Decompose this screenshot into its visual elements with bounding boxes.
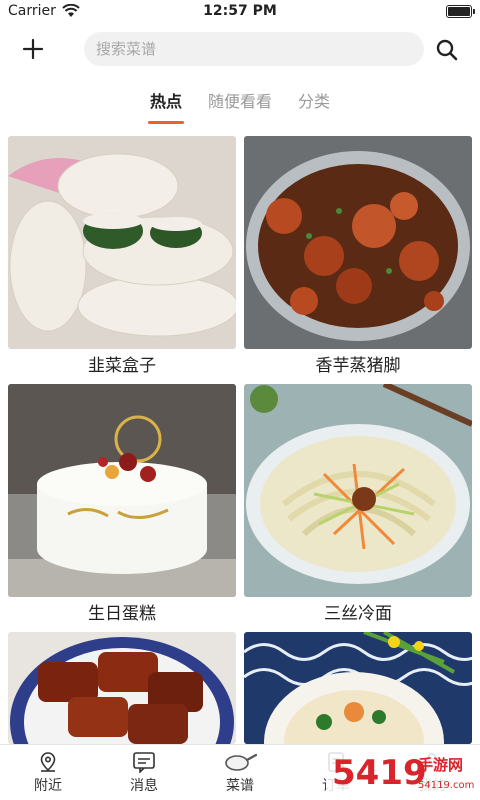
tab-active-indicator (147, 121, 184, 124)
recipe-card[interactable]: 生日蛋糕 (8, 384, 236, 627)
recipe-title: 生日蛋糕 (88, 604, 156, 624)
status-bar: Carrier 12:57 PM (0, 0, 480, 24)
svg-text:手游网: 手游网 (418, 756, 463, 774)
battery-icon (446, 5, 475, 18)
recipe-image (244, 384, 472, 597)
message-icon (133, 752, 155, 773)
nav-item-messages[interactable]: 消息 (96, 745, 192, 800)
recipe-title: 韭菜盒子 (88, 356, 156, 376)
recipe-image (8, 632, 236, 744)
recipe-card[interactable]: 韭菜盒子 (8, 136, 236, 379)
plus-icon (22, 38, 44, 60)
tab-category-label: 分类 (298, 92, 331, 111)
search-button[interactable] (432, 35, 462, 65)
tab-category[interactable]: 分类 (296, 84, 332, 124)
search-input[interactable] (96, 40, 424, 58)
nav-label: 附近 (34, 778, 62, 794)
search-icon (436, 39, 458, 61)
nav-item-recipes[interactable]: 菜谱 (192, 745, 288, 800)
category-tabs: 热点 随便看看 分类 (0, 84, 480, 128)
top-bar (0, 28, 480, 72)
recipe-image (244, 632, 472, 744)
recipe-title: 香芋蒸猪脚 (315, 356, 401, 376)
watermark-logo: 5419 手游网 54119.com (326, 746, 476, 798)
recipe-image (8, 136, 236, 349)
recipe-image (244, 136, 472, 349)
status-time: 12:57 PM (203, 3, 277, 19)
tab-browse-label: 随便看看 (207, 92, 272, 111)
recipe-card[interactable]: 香芋蒸猪脚 (244, 136, 472, 379)
add-button[interactable] (18, 34, 48, 64)
svg-text:5419: 5419 (332, 753, 427, 793)
nav-label: 菜谱 (226, 778, 254, 794)
svg-text:54119.com: 54119.com (418, 780, 474, 791)
nav-label: 消息 (130, 778, 158, 794)
recipe-card[interactable]: 三丝冷面 (244, 384, 472, 627)
pan-icon (225, 753, 257, 771)
nav-item-nearby[interactable]: 附近 (0, 745, 96, 800)
recipe-image (8, 384, 236, 597)
tab-browse[interactable]: 随便看看 (206, 84, 274, 124)
recipe-title: 三丝冷面 (324, 604, 392, 624)
tab-hot[interactable]: 热点 (147, 84, 184, 124)
tab-hot-label: 热点 (149, 92, 182, 111)
location-pin-icon (40, 752, 56, 772)
search-box[interactable] (84, 32, 424, 66)
